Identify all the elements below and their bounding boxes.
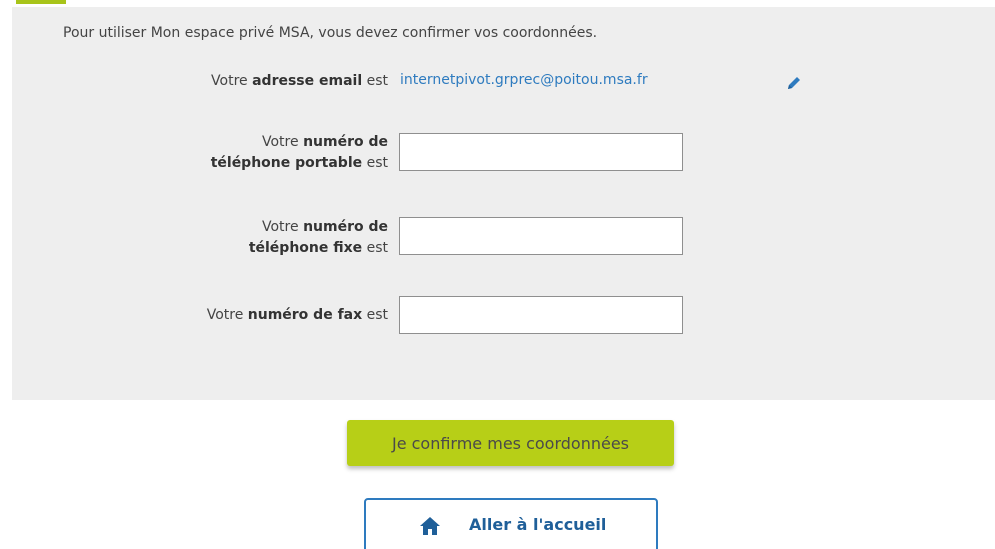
- landline-phone-label-prefix: Votre: [262, 219, 304, 235]
- landline-phone-input[interactable]: [399, 217, 683, 255]
- email-label-bold: adresse email: [252, 73, 363, 89]
- accent-bar: [16, 0, 66, 4]
- mobile-phone-label-suffix: est: [362, 155, 388, 171]
- page: Pour utiliser Mon espace privé MSA, vous…: [0, 0, 995, 549]
- landline-phone-label: Votre numéro de téléphone fixe est: [249, 217, 388, 259]
- landline-phone-label-suffix: est: [362, 240, 388, 256]
- home-button-label: Aller à l'accueil: [469, 515, 607, 534]
- home-icon: [420, 517, 440, 535]
- landline-phone-label-bold-2: téléphone fixe: [248, 240, 363, 256]
- email-value: internetpivot.grprec@poitou.msa.fr: [400, 72, 648, 88]
- email-label: Votre adresse email est: [211, 71, 388, 92]
- email-label-prefix: Votre: [211, 73, 253, 89]
- intro-text: Pour utiliser Mon espace privé MSA, vous…: [63, 25, 598, 41]
- coordinates-panel: [12, 7, 995, 400]
- fax-label-prefix: Votre: [206, 307, 248, 323]
- mobile-phone-label: Votre numéro de téléphone portable est: [211, 132, 388, 174]
- mobile-phone-label-prefix: Votre: [262, 134, 304, 150]
- fax-label-bold: numéro de fax: [247, 307, 363, 323]
- pencil-icon[interactable]: [785, 74, 803, 92]
- email-label-suffix: est: [362, 73, 388, 89]
- fax-input[interactable]: [399, 296, 683, 334]
- fax-label: Votre numéro de fax est: [207, 305, 388, 326]
- mobile-phone-label-bold-2: téléphone portable: [210, 155, 363, 171]
- landline-phone-label-bold-1: numéro de: [303, 219, 388, 235]
- mobile-phone-label-bold-1: numéro de: [303, 134, 388, 150]
- confirm-button[interactable]: Je confirme mes coordonnées: [347, 420, 674, 466]
- fax-label-suffix: est: [362, 307, 388, 323]
- home-button[interactable]: Aller à l'accueil: [364, 498, 658, 549]
- mobile-phone-input[interactable]: [399, 133, 683, 171]
